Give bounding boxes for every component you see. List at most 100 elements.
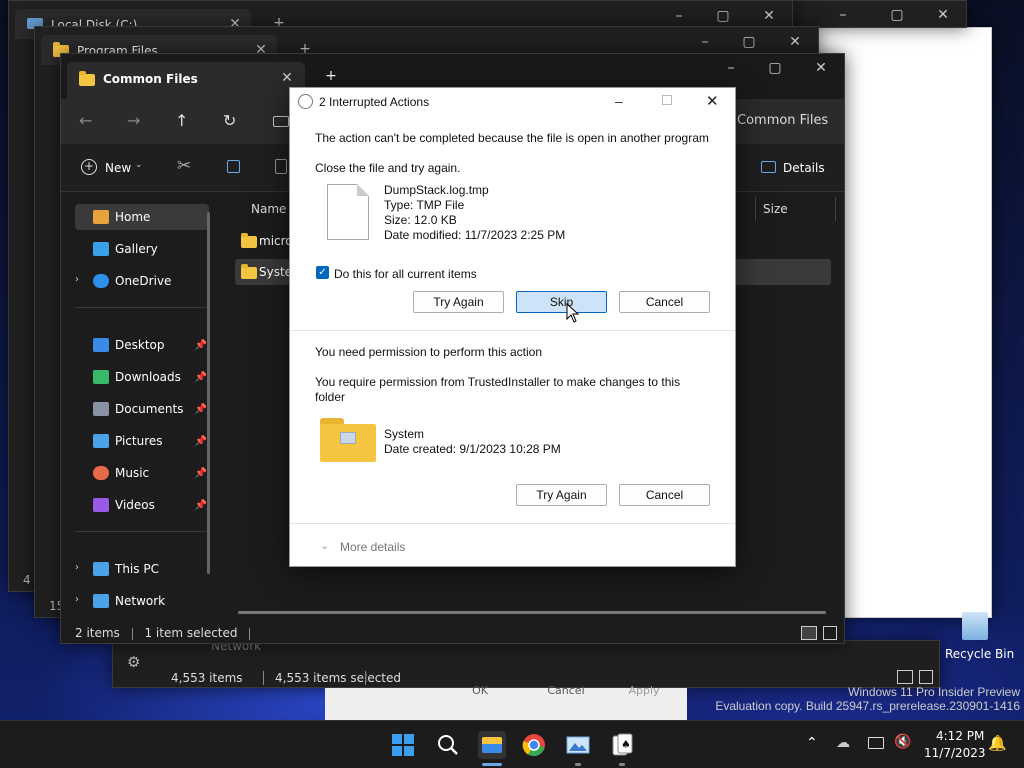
status-selected-count: 4,553 items selected — [275, 671, 401, 685]
column-header-name[interactable]: Name — [251, 202, 286, 216]
sidebar-item-downloads[interactable]: Downloads 📌 — [75, 364, 209, 390]
paste-icon[interactable] — [275, 159, 287, 174]
sidebar-item-this-pc[interactable]: This PC — [75, 556, 209, 582]
horizontal-scrollbar[interactable] — [238, 611, 826, 614]
forward-arrow-icon[interactable]: → — [127, 111, 140, 130]
image-viewer-icon[interactable] — [566, 733, 590, 757]
pin-icon[interactable]: 📌 — [195, 340, 207, 351]
try-again-button[interactable]: Try Again — [413, 291, 504, 313]
tiles-view-icon[interactable] — [919, 670, 933, 684]
details-view-icon[interactable] — [897, 670, 913, 684]
explorer-window-back-status: ⚙ Network 4,553 items 4,553 items select… — [112, 639, 940, 688]
file-type: Type: TMP File — [384, 198, 465, 212]
clock-date[interactable]: 11/7/2023 — [924, 746, 986, 760]
file-explorer-icon[interactable] — [478, 731, 506, 759]
recycle-bin-shortcut[interactable]: Recycle Bin — [940, 610, 1014, 661]
sidebar-item-pictures[interactable]: Pictures 📌 — [75, 428, 209, 454]
chevron-down-icon[interactable]: ⌄ — [320, 539, 329, 552]
network-monitor-icon[interactable] — [868, 737, 884, 749]
clock-icon — [298, 94, 313, 109]
minimize-icon[interactable]: – — [671, 8, 687, 24]
tab-close-icon[interactable]: ✕ — [279, 70, 295, 86]
music-icon — [93, 466, 109, 480]
sidebar-item-videos[interactable]: Videos 📌 — [75, 492, 209, 518]
sidebar-item-gallery[interactable]: Gallery — [75, 236, 209, 262]
maximize-icon[interactable]: ▢ — [767, 60, 783, 76]
refresh-icon[interactable]: ↻ — [223, 111, 236, 130]
solitaire-cards-icon[interactable]: ♠ — [610, 733, 634, 757]
sidebar-item-onedrive[interactable]: OneDrive — [75, 268, 209, 294]
cloud-sync-icon[interactable]: ☁ — [836, 735, 850, 751]
notification-bell-icon[interactable]: 🔔 — [988, 734, 1007, 752]
details-pane-icon[interactable] — [761, 161, 776, 173]
watermark-line2: Evaluation copy. Build 25947.rs_prerelea… — [715, 699, 1020, 713]
column-divider — [755, 197, 756, 221]
column-header-size[interactable]: Size — [763, 202, 788, 216]
new-plus-icon[interactable]: + — [81, 159, 97, 175]
sidebar-item-label: Music — [115, 466, 150, 480]
new-tab-icon[interactable]: + — [323, 68, 339, 84]
search-icon[interactable] — [436, 733, 460, 757]
breadcrumb[interactable]: Common Files — [737, 113, 828, 128]
sidebar-item-label: Network — [115, 594, 166, 608]
up-arrow-icon[interactable]: ↑ — [175, 111, 188, 130]
back-arrow-icon[interactable]: ← — [79, 111, 92, 130]
pin-icon[interactable]: 📌 — [195, 436, 207, 447]
cut-icon[interactable]: ✂ — [177, 156, 191, 176]
maximize-icon[interactable]: ▢ — [741, 34, 757, 50]
apply-button[interactable]: Apply — [599, 684, 689, 698]
maximize-icon[interactable]: ▢ — [715, 8, 731, 24]
try-again-button-2[interactable]: Try Again — [516, 484, 607, 506]
permission-detail-line1: You require permission from TrustedInsta… — [315, 375, 681, 389]
details-view-icon[interactable] — [801, 626, 817, 640]
volume-muted-icon[interactable]: 🔇 — [894, 734, 911, 750]
maximize-icon[interactable]: ▢ — [889, 7, 905, 23]
new-button[interactable]: New — [105, 161, 131, 175]
file-date-modified: Date modified: 11/7/2023 2:25 PM — [384, 228, 566, 242]
home-icon — [93, 210, 109, 224]
cancel-button[interactable]: Cancel — [521, 684, 611, 698]
settings-gear-icon[interactable]: ⚙ — [127, 653, 140, 671]
minimize-icon[interactable]: – — [835, 7, 851, 23]
minimize-icon[interactable]: – — [723, 60, 739, 76]
minimize-icon[interactable]: – — [697, 34, 713, 50]
ok-button[interactable]: OK — [435, 684, 525, 698]
copy-icon[interactable] — [227, 160, 240, 173]
sidebar-item-music[interactable]: Music 📌 — [75, 460, 209, 486]
folder-date-created: Date created: 9/1/2023 10:28 PM — [384, 442, 561, 456]
minimize-icon[interactable]: – — [615, 93, 623, 109]
download-icon — [93, 370, 109, 384]
clock-time[interactable]: 4:12 PM — [936, 729, 984, 743]
skip-button[interactable]: Skip — [516, 291, 607, 313]
pin-icon[interactable]: 📌 — [195, 372, 207, 383]
cancel-button-2[interactable]: Cancel — [619, 484, 710, 506]
close-icon[interactable]: ✕ — [706, 92, 719, 110]
chevron-up-icon[interactable]: ⌃ — [806, 735, 818, 751]
close-icon[interactable]: ✕ — [813, 60, 829, 76]
tab-title: Common Files — [103, 72, 198, 86]
sidebar-item-desktop[interactable]: Desktop 📌 — [75, 332, 209, 358]
pin-icon[interactable]: 📌 — [195, 468, 207, 479]
chrome-icon[interactable] — [522, 733, 546, 757]
close-icon[interactable]: ✕ — [935, 7, 951, 23]
tab-common-files[interactable]: Common Files ✕ — [67, 62, 305, 99]
all-items-checkbox[interactable]: ✓ — [316, 266, 329, 279]
status-item-count: 4,553 items — [171, 671, 243, 685]
cancel-button[interactable]: Cancel — [619, 291, 710, 313]
tiles-view-icon[interactable] — [823, 626, 837, 640]
close-icon[interactable]: ✕ — [761, 8, 777, 24]
this-pc-icon[interactable] — [273, 116, 289, 127]
interrupted-actions-dialog: 2 Interrupted Actions – ✕ The action can… — [289, 87, 736, 567]
close-icon[interactable]: ✕ — [787, 34, 803, 50]
sidebar-item-home[interactable]: Home — [75, 204, 209, 230]
sidebar-item-label: Desktop — [115, 338, 165, 352]
more-details-link[interactable]: More details — [340, 540, 405, 554]
sidebar-item-network[interactable]: Network — [75, 588, 209, 614]
details-button[interactable]: Details — [783, 161, 825, 175]
pin-icon[interactable]: 📌 — [195, 404, 207, 415]
start-windows-icon[interactable] — [391, 733, 415, 757]
sidebar-item-documents[interactable]: Documents 📌 — [75, 396, 209, 422]
sidebar-scrollbar[interactable] — [207, 212, 210, 574]
gallery-icon — [93, 242, 109, 256]
pin-icon[interactable]: 📌 — [195, 500, 207, 511]
